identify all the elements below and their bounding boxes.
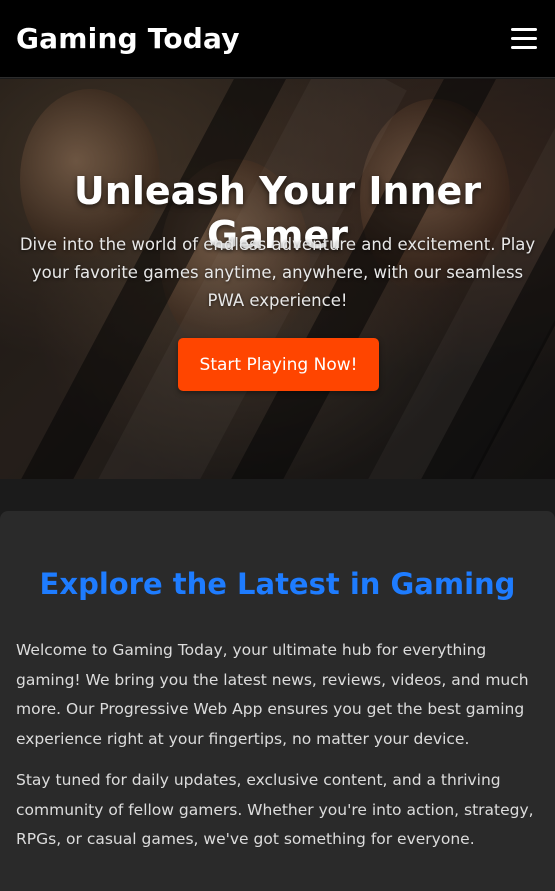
hero-description: Dive into the world of endless adventure…: [19, 235, 536, 310]
start-playing-button[interactable]: Start Playing Now!: [178, 338, 379, 391]
hero-content: Unleash Your Inner Gamer Dive into the w…: [0, 79, 555, 479]
hero-banner: Unleash Your Inner Gamer Dive into the w…: [0, 79, 555, 479]
hamburger-menu-icon[interactable]: [511, 27, 539, 50]
intro-paragraph: Welcome to Gaming Today, your ultimate h…: [16, 641, 529, 748]
menu-bar: [511, 45, 537, 49]
brand-title[interactable]: Gaming Today: [16, 22, 240, 55]
section-title: Explore the Latest in Gaming: [39, 567, 516, 601]
intro-section: Explore the Latest in Gaming Welcome to …: [0, 511, 555, 891]
menu-bar: [511, 36, 537, 40]
menu-bar: [511, 27, 537, 31]
top-navbar: Gaming Today: [0, 0, 555, 78]
intro-paragraph: Stay tuned for daily updates, exclusive …: [16, 771, 534, 848]
